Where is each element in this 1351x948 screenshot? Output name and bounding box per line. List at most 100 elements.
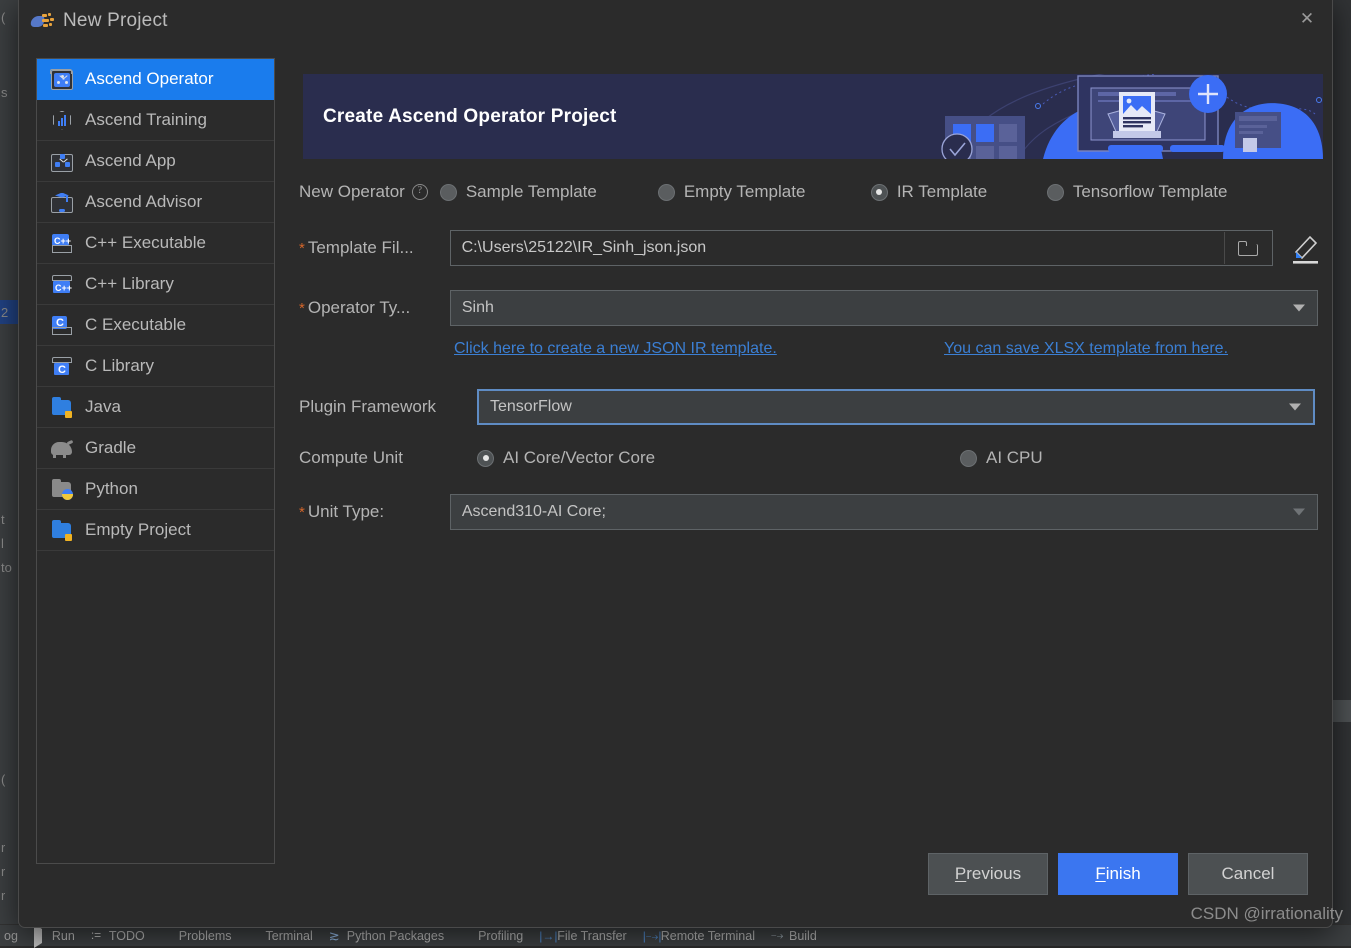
close-icon[interactable]: ✕ bbox=[1290, 5, 1324, 33]
radio-label: Sample Template bbox=[466, 182, 597, 202]
ide-ghost-glyph: s bbox=[1, 85, 8, 100]
finish-button[interactable]: Finish bbox=[1058, 853, 1178, 895]
sidebar-item-ascend-operator[interactable]: Ascend Operator bbox=[37, 59, 274, 100]
sidebar-item-ascend-training[interactable]: Ascend Training bbox=[37, 100, 274, 141]
radio-circle bbox=[477, 450, 494, 467]
cpp-executable-icon: C++ bbox=[51, 233, 73, 254]
sidebar-item-label: Python bbox=[85, 479, 138, 499]
operator-type-value: Sinh bbox=[462, 299, 494, 317]
operator-type-select[interactable]: Sinh bbox=[450, 290, 1318, 326]
operator-type-label: Operator Ty... bbox=[308, 298, 450, 318]
ide-ghost-glyph: r bbox=[1, 888, 5, 903]
ascend-training-icon bbox=[51, 110, 73, 131]
unit-type-row: * Unit Type: Ascend310-AI Core; bbox=[299, 494, 1323, 530]
plugin-framework-label: Plugin Framework bbox=[299, 397, 477, 417]
plugin-framework-value: TensorFlow bbox=[490, 398, 572, 416]
unit-type-label: Unit Type: bbox=[308, 502, 450, 522]
sidebar-item-label: Gradle bbox=[85, 438, 136, 458]
sidebar-item-ascend-advisor[interactable]: Ascend Advisor bbox=[37, 182, 274, 223]
sidebar-item-python[interactable]: Python bbox=[37, 469, 274, 510]
sidebar-item-label: Ascend App bbox=[85, 151, 176, 171]
file-transfer-icon: |→| bbox=[539, 929, 552, 942]
ide-ghost-glyph: ( bbox=[1, 772, 5, 787]
sidebar-item-cpp-executable[interactable]: C++ C++ Executable bbox=[37, 223, 274, 264]
radio-ai-core-vector-core[interactable]: AI Core/Vector Core bbox=[477, 448, 960, 468]
plugin-framework-select[interactable]: TensorFlow bbox=[477, 389, 1315, 425]
new-operator-row: New Operator ? Sample Template Empty Tem… bbox=[299, 182, 1323, 202]
compute-unit-row: Compute Unit AI Core/Vector Core AI CPU bbox=[299, 448, 1323, 468]
ide-ghost-glyph: 2 bbox=[1, 305, 8, 320]
finish-mnemonic: F bbox=[1095, 864, 1105, 884]
sidebar-item-c-executable[interactable]: C C Executable bbox=[37, 305, 274, 346]
template-file-value: C:\Users\25122\IR_Sinh_json.json bbox=[462, 239, 707, 257]
radio-label: AI Core/Vector Core bbox=[503, 448, 655, 468]
c-executable-icon: C bbox=[51, 315, 73, 336]
sidebar-item-label: Ascend Operator bbox=[85, 69, 214, 89]
chevron-down-icon bbox=[1289, 404, 1301, 411]
template-links-row: Click here to create a new JSON IR templ… bbox=[299, 340, 1323, 358]
ascend-operator-icon bbox=[51, 69, 73, 90]
sidebar-item-label: Java bbox=[85, 397, 121, 417]
empty-project-folder-icon bbox=[51, 520, 73, 541]
sidebar-item-label: C Library bbox=[85, 356, 154, 376]
save-xlsx-template-link[interactable]: You can save XLSX template from here. bbox=[944, 340, 1228, 358]
radio-label: Empty Template bbox=[684, 182, 806, 202]
chevron-down-icon bbox=[1293, 509, 1305, 516]
previous-mnemonic: P bbox=[955, 864, 966, 884]
new-operator-label: New Operator bbox=[299, 182, 405, 202]
sidebar-item-label: C++ Library bbox=[85, 274, 174, 294]
sidebar-item-empty-project[interactable]: Empty Project bbox=[37, 510, 274, 551]
sidebar-item-cpp-library[interactable]: C++ C++ Library bbox=[37, 264, 274, 305]
banner: Create Ascend Operator Project x bbox=[303, 74, 1323, 159]
radio-circle bbox=[1047, 184, 1064, 201]
sidebar-item-gradle[interactable]: Gradle bbox=[37, 428, 274, 469]
previous-button[interactable]: Previous bbox=[928, 853, 1048, 895]
dialog-title: New Project bbox=[63, 10, 168, 32]
c-library-icon: C bbox=[51, 356, 73, 377]
ide-ghost-glyph: to bbox=[1, 560, 12, 575]
banner-title: Create Ascend Operator Project bbox=[323, 106, 617, 128]
unit-type-select[interactable]: Ascend310-AI Core; bbox=[450, 494, 1318, 530]
sidebar-item-c-library[interactable]: C C Library bbox=[37, 346, 274, 387]
sidebar-item-ascend-app[interactable]: Ascend App bbox=[37, 141, 274, 182]
remote-terminal-icon: |⤍| bbox=[643, 929, 656, 942]
new-project-dialog: New Project ✕ Ascend Operator bbox=[18, 0, 1333, 928]
template-file-row: * Template Fil... C:\Users\25122\IR_Sinh… bbox=[299, 230, 1323, 266]
help-question-icon[interactable]: ? bbox=[412, 184, 428, 200]
chevron-down-icon bbox=[1293, 305, 1305, 312]
ide-ghost-glyph: r bbox=[1, 840, 5, 855]
required-marker: * bbox=[299, 240, 305, 257]
radio-label: IR Template bbox=[897, 182, 987, 202]
sidebar-item-label: C++ Executable bbox=[85, 233, 206, 253]
radio-tensorflow-template[interactable]: Tensorflow Template bbox=[1047, 182, 1228, 202]
ide-ghost-glyph: t bbox=[1, 512, 5, 527]
radio-sample-template[interactable]: Sample Template bbox=[440, 182, 658, 202]
radio-ir-template[interactable]: IR Template bbox=[871, 182, 1047, 202]
radio-circle bbox=[658, 184, 675, 201]
project-type-list[interactable]: Ascend Operator Ascend Training Ascend A… bbox=[36, 58, 275, 864]
create-json-ir-template-link[interactable]: Click here to create a new JSON IR templ… bbox=[454, 340, 944, 358]
ide-ghost-glyph: ( bbox=[1, 10, 5, 25]
unit-type-value: Ascend310-AI Core; bbox=[462, 503, 606, 521]
radio-label: Tensorflow Template bbox=[1073, 182, 1228, 202]
profiling-icon bbox=[460, 929, 473, 942]
ide-ghost-glyph: r bbox=[1, 864, 5, 879]
sidebar-item-label: Empty Project bbox=[85, 520, 191, 540]
required-marker: * bbox=[299, 504, 305, 521]
folder-browse-icon[interactable] bbox=[1224, 232, 1271, 264]
radio-circle bbox=[871, 184, 888, 201]
radio-circle bbox=[960, 450, 977, 467]
radio-empty-template[interactable]: Empty Template bbox=[658, 182, 871, 202]
finish-label-rest: inish bbox=[1106, 864, 1141, 884]
radio-label: AI CPU bbox=[986, 448, 1043, 468]
template-file-label: Template Fil... bbox=[308, 238, 450, 258]
sidebar-item-java[interactable]: Java bbox=[37, 387, 274, 428]
project-settings-panel: Create Ascend Operator Project x bbox=[287, 58, 1320, 915]
pencil-edit-icon[interactable] bbox=[1289, 230, 1323, 266]
cancel-button[interactable]: Cancel bbox=[1188, 853, 1308, 895]
intellij-new-project-icon bbox=[31, 12, 53, 30]
gradle-elephant-icon bbox=[51, 438, 73, 459]
radio-ai-cpu[interactable]: AI CPU bbox=[960, 448, 1043, 468]
template-file-input[interactable]: C:\Users\25122\IR_Sinh_json.json bbox=[450, 230, 1273, 266]
ide-ghost-glyph: l bbox=[1, 536, 4, 551]
